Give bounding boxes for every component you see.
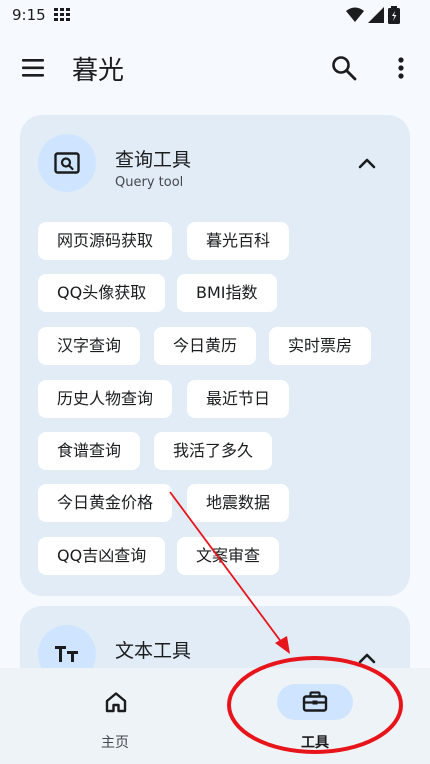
nav-tools-label: 工具	[301, 735, 329, 751]
image-search-icon	[54, 152, 80, 174]
wifi-icon	[346, 7, 364, 22]
battery-icon	[388, 6, 400, 24]
chip-box-office[interactable]: 实时票房	[269, 327, 372, 365]
top-app-bar: 暮光	[0, 36, 430, 100]
chip-earthquake-data[interactable]: 地震数据	[187, 484, 290, 522]
status-time: 9:15	[12, 6, 46, 24]
status-icons	[346, 6, 400, 24]
query-tool-subtitle: Query tool	[115, 175, 184, 190]
query-tool-icon-container	[38, 134, 96, 192]
nav-item-tools[interactable]: 工具	[215, 668, 430, 764]
chip-how-long-lived[interactable]: 我活了多久	[154, 432, 273, 470]
chip-chinese-char[interactable]: 汉字查询	[38, 327, 141, 365]
chip-qq-fortune[interactable]: QQ吉凶查询	[38, 537, 166, 575]
text-fields-icon	[55, 646, 78, 662]
chip-bmi-index[interactable]: BMI指数	[177, 274, 277, 312]
query-tool-title: 查询工具	[115, 149, 192, 171]
signal-icon	[368, 7, 384, 23]
chevron-up-icon[interactable]	[356, 650, 378, 666]
toolbox-icon	[302, 691, 328, 712]
chip-webpage-source[interactable]: 网页源码获取	[38, 222, 173, 260]
app-title: 暮光	[72, 56, 125, 86]
chip-recipe[interactable]: 食谱查询	[38, 432, 141, 470]
nav-home-label: 主页	[101, 735, 129, 751]
app-grid-icon	[53, 8, 70, 21]
search-icon[interactable]	[330, 54, 358, 82]
chip-gold-price[interactable]: 今日黄金价格	[38, 484, 173, 522]
bottom-navigation: 主页 工具	[0, 668, 430, 764]
chip-qq-avatar[interactable]: QQ头像获取	[38, 274, 166, 312]
status-bar: 9:15	[0, 0, 430, 30]
nav-home-indicator	[78, 684, 154, 720]
chip-historical-figure[interactable]: 历史人物查询	[38, 380, 173, 418]
home-icon	[105, 692, 127, 713]
nav-tools-indicator	[277, 684, 353, 720]
query-tool-card: 查询工具 Query tool 网页源码获取 暮光百科 QQ头像获取 BMI指数…	[20, 115, 410, 596]
chip-recent-holidays[interactable]: 最近节日	[187, 380, 290, 418]
more-vert-icon[interactable]	[390, 54, 412, 82]
chip-muguang-wiki[interactable]: 暮光百科	[187, 222, 290, 260]
nav-item-home[interactable]: 主页	[0, 668, 215, 764]
text-tool-title: 文本工具	[115, 640, 192, 662]
chip-copy-review[interactable]: 文案审查	[177, 537, 280, 575]
menu-icon[interactable]	[20, 56, 48, 80]
chevron-up-icon[interactable]	[356, 155, 378, 171]
chip-almanac[interactable]: 今日黄历	[154, 327, 257, 365]
